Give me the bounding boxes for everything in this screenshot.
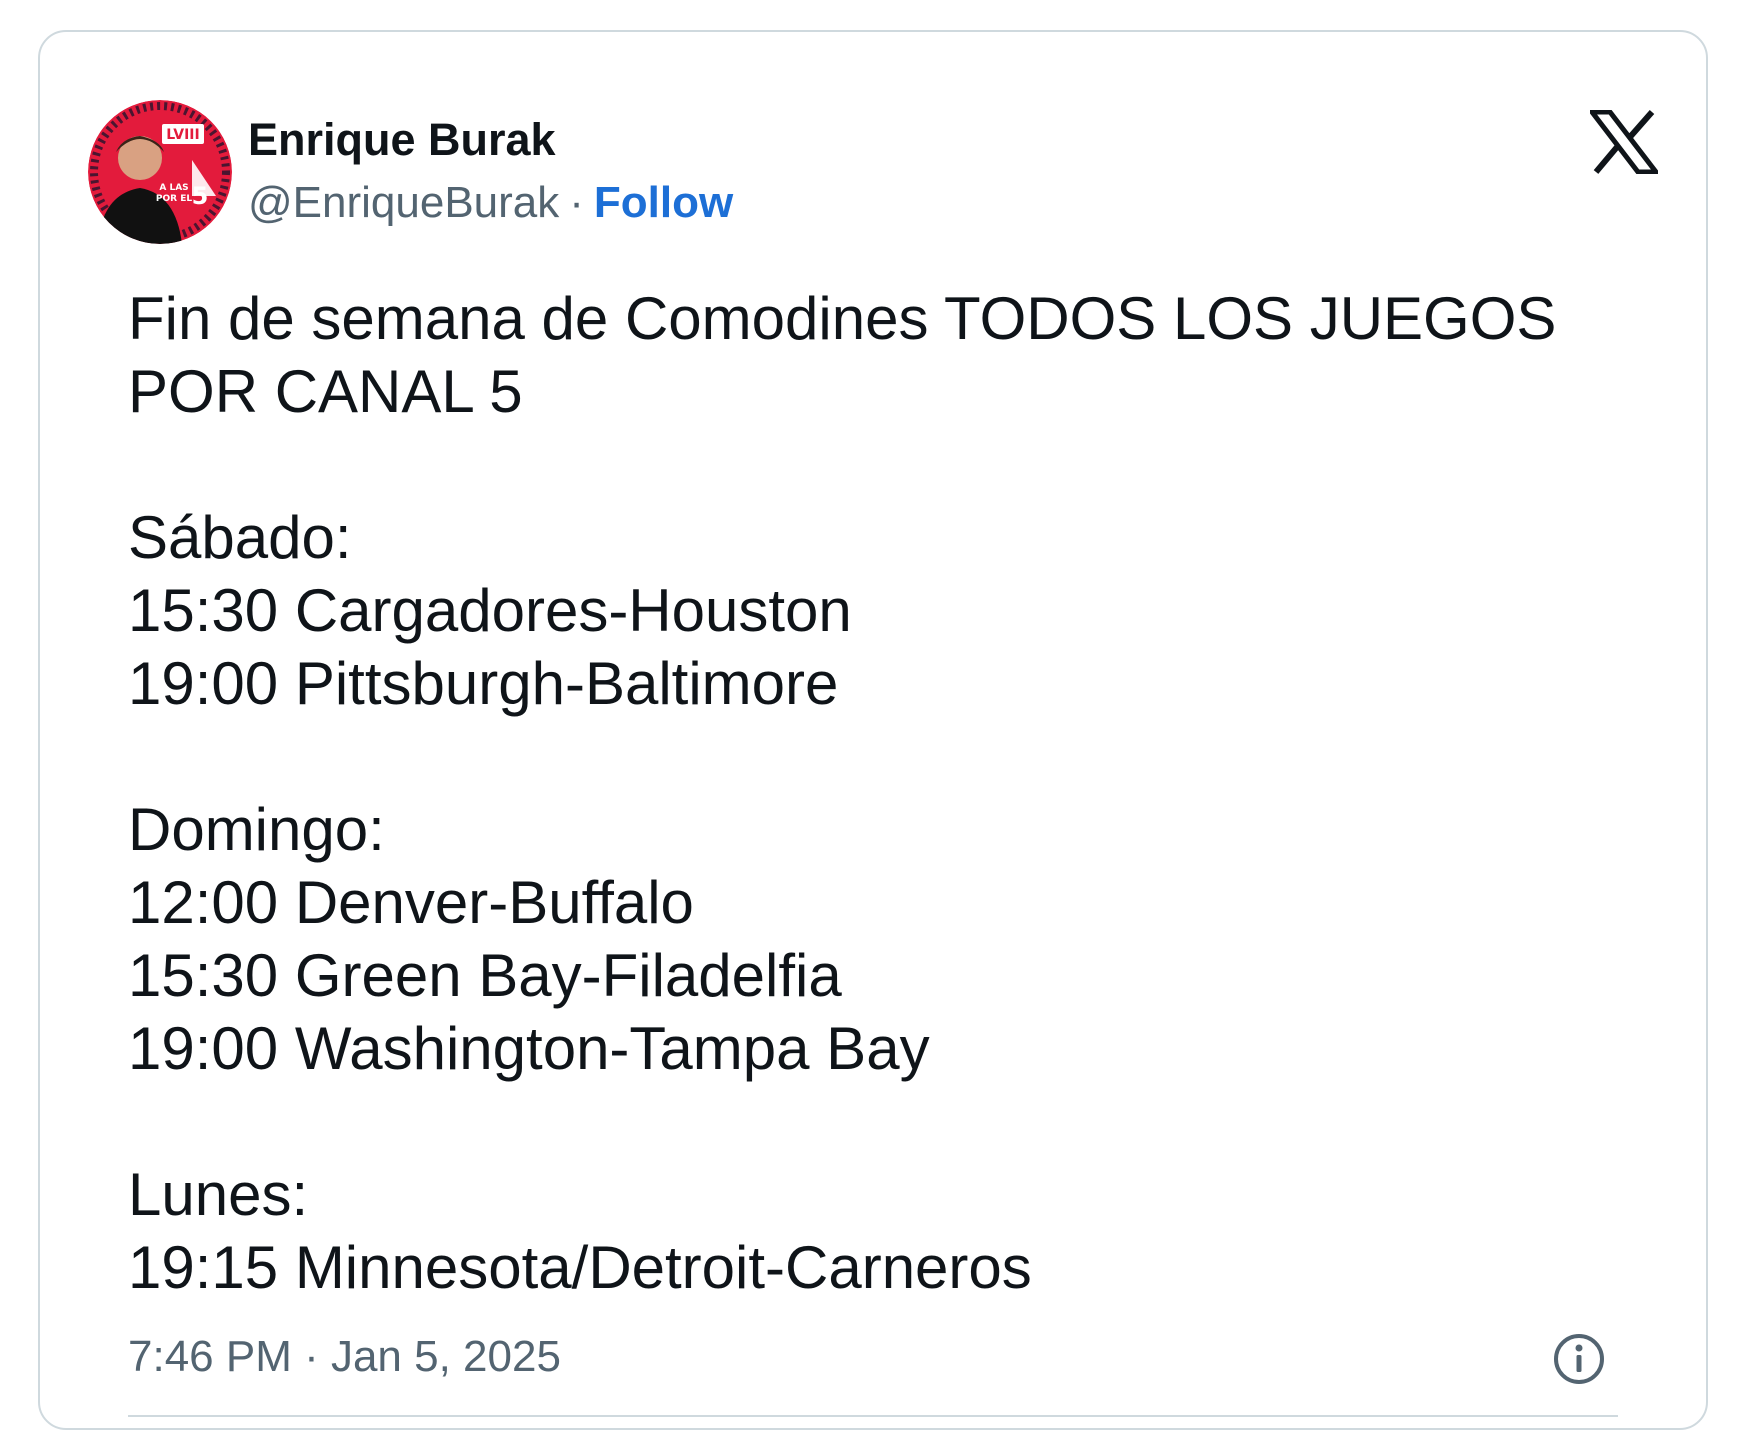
avatar-logo-text: LVIII [166, 127, 199, 143]
info-icon[interactable] [1552, 1332, 1606, 1386]
avatar-badge-bottom: POR EL [156, 194, 192, 204]
divider [128, 1415, 1618, 1417]
tweet-header: LVIII A LAS POR EL 5 Enrique Burak @Enri… [88, 70, 1658, 244]
author-handle[interactable]: @EnriqueBurak [248, 178, 559, 227]
tweet-text: Fin de semana de Comodines TODOS LOS JUE… [128, 285, 1557, 1301]
tweet-timestamp[interactable]: 7:46 PM · Jan 5, 2025 [128, 1327, 561, 1387]
x-logo-icon[interactable] [1590, 110, 1658, 174]
tweet-card: LVIII A LAS POR EL 5 Enrique Burak @Enri… [38, 30, 1708, 1430]
avatar-badge-number: 5 [192, 182, 209, 210]
author-name[interactable]: Enrique Burak [248, 110, 733, 170]
avatar-badge-top: A LAS [159, 183, 188, 193]
separator-dot: · [569, 178, 584, 227]
author-info: Enrique Burak @EnriqueBurak · Follow [248, 110, 733, 236]
author-handle-row: @EnriqueBurak · Follow [248, 170, 733, 236]
follow-button[interactable]: Follow [594, 178, 733, 227]
author-avatar[interactable]: LVIII A LAS POR EL 5 [88, 100, 232, 244]
